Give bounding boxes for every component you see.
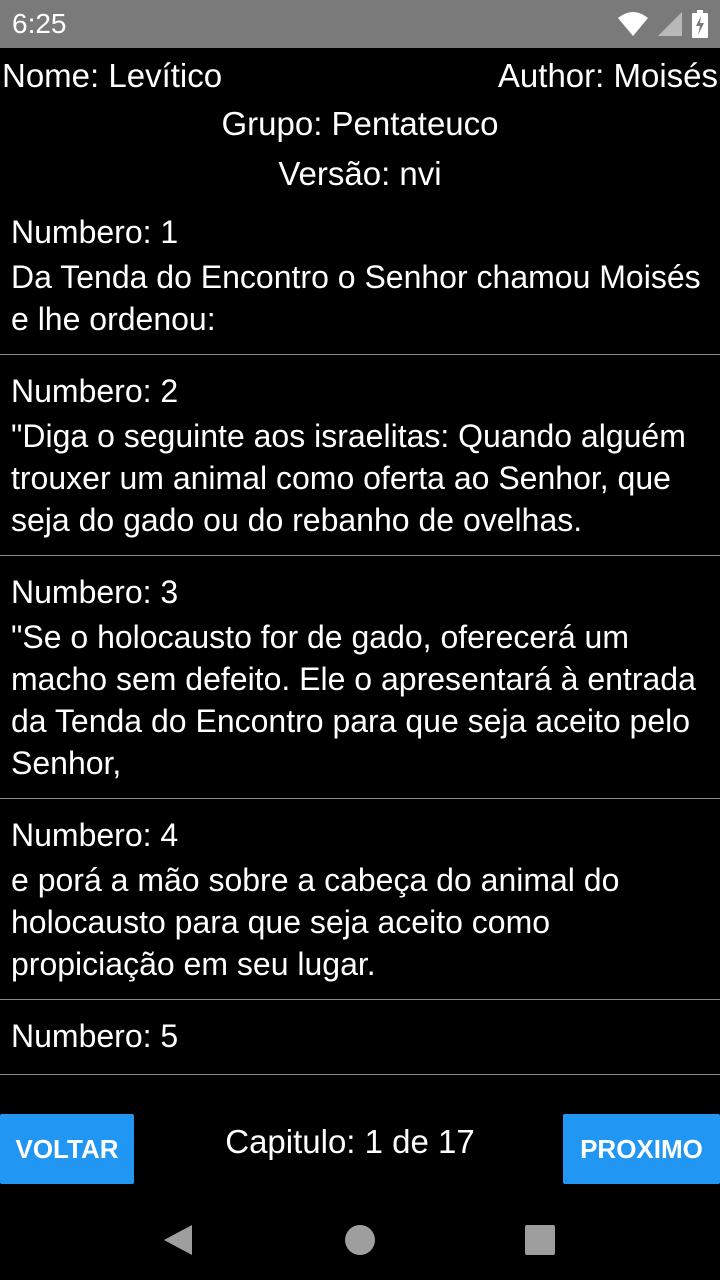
cell-signal-icon [658,12,682,36]
verse-text: Da Tenda do Encontro o Senhor chamou Moi… [11,259,701,337]
book-author: Author: Moisés [497,57,718,94]
verse-item[interactable]: Numbero: 3 "Se o holocausto for de gado,… [0,556,720,799]
book-header: Nome: Levítico Author: Moisés [0,56,720,96]
wifi-icon [618,11,648,37]
verse-item[interactable]: Numbero: 5 [0,1000,720,1075]
verse-item[interactable]: Numbero: 1 Da Tenda do Encontro o Senhor… [0,196,720,355]
verse-text: "Diga o seguinte aos israelitas: Quando … [11,418,686,538]
chapter-navigation: VOLTAR Capitulo: 1 de 17 PROXIMO [0,1110,720,1190]
book-name: Nome: Levítico [2,57,223,94]
status-time: 6:25 [12,8,67,39]
verse-list[interactable]: Numbero: 1 Da Tenda do Encontro o Senhor… [0,196,720,1108]
home-circle-icon[interactable] [330,1210,390,1270]
chapter-indicator: Capitulo: 1 de 17 [225,1123,475,1160]
verse-text: "Se o holocausto for de gado, oferecerá … [11,619,696,781]
back-button[interactable]: VOLTAR [0,1114,134,1184]
back-triangle-icon[interactable] [148,1210,208,1270]
verse-number: Numbero: 5 [11,1018,179,1054]
verse-number: Numbero: 3 [11,574,179,610]
verse-item[interactable]: Numbero: 4 e porá a mão sobre a cabeça d… [0,799,720,1000]
verse-number: Numbero: 1 [11,214,179,250]
verse-item[interactable]: Numbero: 2 "Diga o seguinte aos israelit… [0,355,720,556]
recents-square-icon[interactable] [510,1210,570,1270]
next-button[interactable]: PROXIMO [563,1114,720,1184]
battery-icon [692,10,708,38]
verse-number: Numbero: 2 [11,373,179,409]
book-group: Grupo: Pentateuco [221,105,499,142]
book-version: Versão: nvi [278,155,442,192]
status-bar: 6:25 [0,0,720,48]
status-icons [618,10,708,38]
verse-number: Numbero: 4 [11,817,179,853]
system-nav-bar [0,1190,720,1280]
verse-text: e porá a mão sobre a cabeça do animal do… [11,862,620,982]
